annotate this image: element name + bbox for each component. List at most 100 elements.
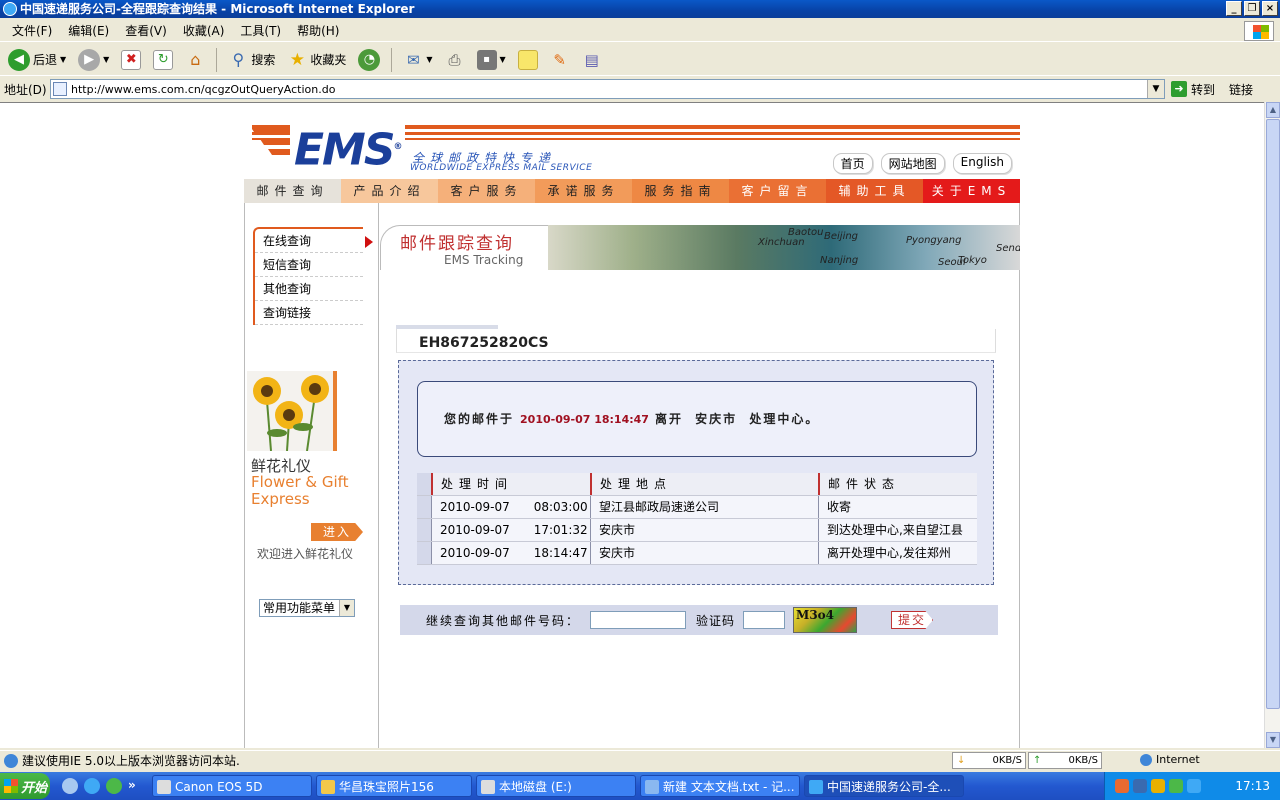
taskbar: 开始 » Canon EOS 5D 华昌珠宝照片156 本地磁盘 (E:) 新建… xyxy=(0,772,1280,800)
chevron-down-icon[interactable]: ▼ xyxy=(1147,80,1164,98)
restore-button[interactable]: ❐ xyxy=(1244,1,1260,16)
task-notepad[interactable]: 新建 文本文档.txt - 记... xyxy=(640,775,800,797)
clock[interactable]: 17:13 xyxy=(1235,779,1270,793)
show-desktop-icon[interactable] xyxy=(62,778,78,794)
ems-tagline-en: WORLDWIDE EXPRESS MAIL SERVICE xyxy=(410,163,593,173)
task-ie-ems[interactable]: 中国速递服务公司-全... xyxy=(804,775,964,797)
mail-button[interactable]: ✉ ▼ xyxy=(399,46,436,74)
messenger-icon[interactable] xyxy=(106,778,122,794)
flower-title-en: Flower & Gift Express xyxy=(251,473,349,508)
shield-icon[interactable] xyxy=(1169,779,1183,793)
main-content: Baotou Beijing Pyongyang Seoul Sendai To… xyxy=(380,203,1020,748)
favorites-button[interactable]: ★ 收藏夹 xyxy=(283,46,350,74)
nav-products[interactable]: 产品介绍 xyxy=(341,179,438,203)
links-button[interactable]: 链接 xyxy=(1229,81,1253,98)
tracking-number: EH867252820CS xyxy=(419,335,549,351)
vertical-scrollbar[interactable]: ▲ ▼ xyxy=(1264,102,1280,748)
tray-app-icon[interactable] xyxy=(1115,779,1129,793)
query-bar: 继续查询其他邮件号码： 验证码 M3o4 提交 xyxy=(400,605,998,635)
discuss-button[interactable] xyxy=(514,46,542,74)
minimize-button[interactable]: _ xyxy=(1226,1,1242,16)
tracking-number-row: EH867252820CS xyxy=(396,329,996,353)
address-label: 地址(D) xyxy=(4,82,47,97)
start-button[interactable]: 开始 xyxy=(0,773,50,799)
menu-file[interactable]: 文件(F) xyxy=(4,22,60,39)
refresh-button[interactable]: ↻ xyxy=(149,46,177,74)
stop-button[interactable]: ✖ xyxy=(117,46,145,74)
menu-help[interactable]: 帮助(H) xyxy=(289,22,347,39)
home-icon: ⌂ xyxy=(190,50,201,69)
scroll-up-icon[interactable]: ▲ xyxy=(1266,102,1280,118)
refresh-icon: ↻ xyxy=(153,49,174,70)
forward-button[interactable]: ▶ ▼ xyxy=(74,46,113,74)
download-speed: ↓ 0KB/S xyxy=(952,752,1026,769)
common-functions-select[interactable]: 常用功能菜单 ▼ xyxy=(259,599,355,617)
task-photos[interactable]: 华昌珠宝照片156 xyxy=(316,775,472,797)
ie-icon[interactable] xyxy=(84,778,100,794)
side-item-query-links[interactable]: 查询链接 xyxy=(255,301,363,325)
english-link[interactable]: English xyxy=(952,153,1012,174)
tracking-number-input[interactable] xyxy=(590,611,687,629)
window-titlebar[interactable]: 中国速递服务公司-全程跟踪查询结果 - Microsoft Internet E… xyxy=(0,0,1280,18)
status-message: 建议使用IE 5.0以上版本浏览器访问本站. xyxy=(22,754,240,768)
search-button[interactable]: ⚲ 搜索 xyxy=(224,46,279,74)
menu-favorites[interactable]: 收藏(A) xyxy=(175,22,233,39)
research-button[interactable]: ▤ xyxy=(578,46,606,74)
go-arrow-icon: ➜ xyxy=(1171,81,1187,97)
scroll-down-icon[interactable]: ▼ xyxy=(1266,732,1280,748)
flower-enter-button[interactable]: 进入 xyxy=(311,523,363,541)
task-list: Canon EOS 5D 华昌珠宝照片156 本地磁盘 (E:) 新建 文本文档… xyxy=(152,775,964,797)
task-canon[interactable]: Canon EOS 5D xyxy=(152,775,312,797)
nav-mail-query[interactable]: 邮件查询 xyxy=(244,179,341,203)
tracking-title-en: EMS Tracking xyxy=(444,253,524,267)
nav-commitment[interactable]: 承诺服务 xyxy=(535,179,632,203)
side-item-sms-query[interactable]: 短信查询 xyxy=(255,253,363,277)
edit-icon: ▪ xyxy=(476,49,497,70)
col-header-status: 邮件状态 xyxy=(818,473,977,495)
nav-customer-service[interactable]: 客户服务 xyxy=(438,179,535,203)
upload-arrow-icon: ↑ xyxy=(1033,755,1042,766)
quick-launch: » xyxy=(62,778,138,794)
main-nav: 邮件查询 产品介绍 客户服务 承诺服务 服务指南 客户留言 辅助工具 关于EMS xyxy=(244,179,1020,203)
network-icon[interactable] xyxy=(1133,779,1147,793)
tracking-result-panel: 您的邮件于 2010-09-07 18:14:47 离开 安庆市 处理中心。 处理时… xyxy=(398,360,994,585)
go-button[interactable]: ➜ 转到 xyxy=(1171,81,1215,98)
scroll-thumb[interactable] xyxy=(1266,119,1280,709)
mail-icon: ✉ xyxy=(407,50,420,69)
task-disk[interactable]: 本地磁盘 (E:) xyxy=(476,775,636,797)
ie-icon xyxy=(809,780,823,794)
stop-icon: ✖ xyxy=(121,49,142,70)
download-arrow-icon: ↓ xyxy=(957,755,966,766)
cell-time: 2010-09-07 17:01:32 xyxy=(431,519,590,541)
flower-welcome-link[interactable]: 欢迎进入鲜花礼仪 xyxy=(257,545,353,562)
menu-edit[interactable]: 编辑(E) xyxy=(60,22,117,39)
home-button[interactable]: ⌂ xyxy=(181,46,209,74)
nav-feedback[interactable]: 客户留言 xyxy=(729,179,826,203)
tracking-table: 处理时间 处理地点 邮件状态 2010-09-07 08:03:00 望江县邮政… xyxy=(417,473,977,565)
verify-code-input[interactable] xyxy=(743,611,786,629)
messenger-button[interactable]: ✎ xyxy=(546,46,574,74)
side-item-online-query[interactable]: 在线查询 xyxy=(255,229,373,253)
close-button[interactable]: × xyxy=(1262,1,1278,16)
sitemap-link[interactable]: 网站地图 xyxy=(880,153,945,174)
home-link[interactable]: 首页 xyxy=(832,153,873,174)
side-item-other-query[interactable]: 其他查询 xyxy=(255,277,363,301)
captcha-image[interactable]: M3o4 xyxy=(793,607,858,633)
menu-tools[interactable]: 工具(T) xyxy=(232,22,289,39)
print-button[interactable]: ⎙ xyxy=(441,46,469,74)
top-links: 首页 网站地图 English xyxy=(832,153,1012,174)
submit-button[interactable]: 提交 xyxy=(891,611,934,629)
tray-qq-icon[interactable] xyxy=(1151,779,1165,793)
back-button[interactable]: ◀ 后退 ▼ xyxy=(4,46,70,74)
menu-view[interactable]: 查看(V) xyxy=(117,22,175,39)
nav-about[interactable]: 关于EMS xyxy=(923,179,1020,203)
volume-icon[interactable] xyxy=(1187,779,1201,793)
history-button[interactable]: ◔ xyxy=(354,46,384,74)
chevron-more-icon[interactable]: » xyxy=(128,778,138,794)
nav-tools[interactable]: 辅助工具 xyxy=(826,179,923,203)
sunflower-image[interactable] xyxy=(247,371,337,451)
address-input[interactable]: http://www.ems.com.cn/qcgzOutQueryAction… xyxy=(50,79,1165,99)
ems-logo[interactable]: EMS® xyxy=(290,125,405,173)
edit-button[interactable]: ▪ ▼ xyxy=(473,46,510,74)
nav-service-guide[interactable]: 服务指南 xyxy=(632,179,729,203)
